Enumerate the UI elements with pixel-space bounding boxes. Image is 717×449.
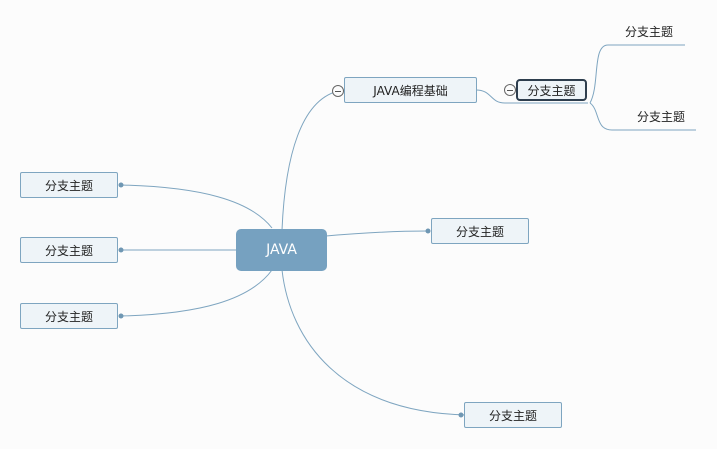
left-topic-2-label: 分支主题 <box>44 243 93 258</box>
sub-topic-1-label: 分支主题 <box>624 24 673 39</box>
central-topic[interactable]: JAVA <box>236 229 327 271</box>
collapse-minus-icon[interactable] <box>504 84 516 96</box>
right-topic-2-label: 分支主题 <box>488 408 537 423</box>
connector-dot-left-1 <box>118 182 124 188</box>
selected-child-topic[interactable]: 分支主题 <box>516 79 587 101</box>
main-branch-label: JAVA编程基础 <box>373 83 448 98</box>
sub-topic-2-label: 分支主题 <box>636 109 685 124</box>
connector-child-to-sub-topic-1 <box>589 44 685 104</box>
connector-central-to-right-1 <box>325 230 429 237</box>
connector-central-to-left-3 <box>120 269 273 317</box>
left-topic-3[interactable]: 分支主题 <box>20 303 118 329</box>
selected-child-label: 分支主题 <box>527 83 576 98</box>
connector-dot-left-2 <box>118 247 124 253</box>
left-topic-1-label: 分支主题 <box>44 178 93 193</box>
connector-layer <box>118 44 696 418</box>
connector-central-to-main-branch <box>281 89 345 231</box>
left-topic-2[interactable]: 分支主题 <box>20 237 118 263</box>
right-topic-1[interactable]: 分支主题 <box>431 218 529 244</box>
sub-topic-2[interactable]: 分支主题 <box>626 107 696 125</box>
central-topic-label: JAVA <box>266 242 297 258</box>
left-topic-1[interactable]: 分支主题 <box>20 172 118 198</box>
right-topic-2[interactable]: 分支主题 <box>464 402 562 428</box>
connector-dot-right-1 <box>425 228 431 234</box>
right-topic-1-label: 分支主题 <box>455 224 504 239</box>
main-branch-topic[interactable]: JAVA编程基础 <box>344 77 477 103</box>
connector-dot-right-2 <box>458 412 464 418</box>
sub-topic-1[interactable]: 分支主题 <box>614 22 684 40</box>
connector-central-to-right-2 <box>281 269 468 416</box>
collapse-minus-icon[interactable] <box>332 85 344 97</box>
left-topic-3-label: 分支主题 <box>44 309 93 324</box>
connector-central-to-left-1 <box>120 184 273 229</box>
connector-dot-left-3 <box>118 313 124 319</box>
